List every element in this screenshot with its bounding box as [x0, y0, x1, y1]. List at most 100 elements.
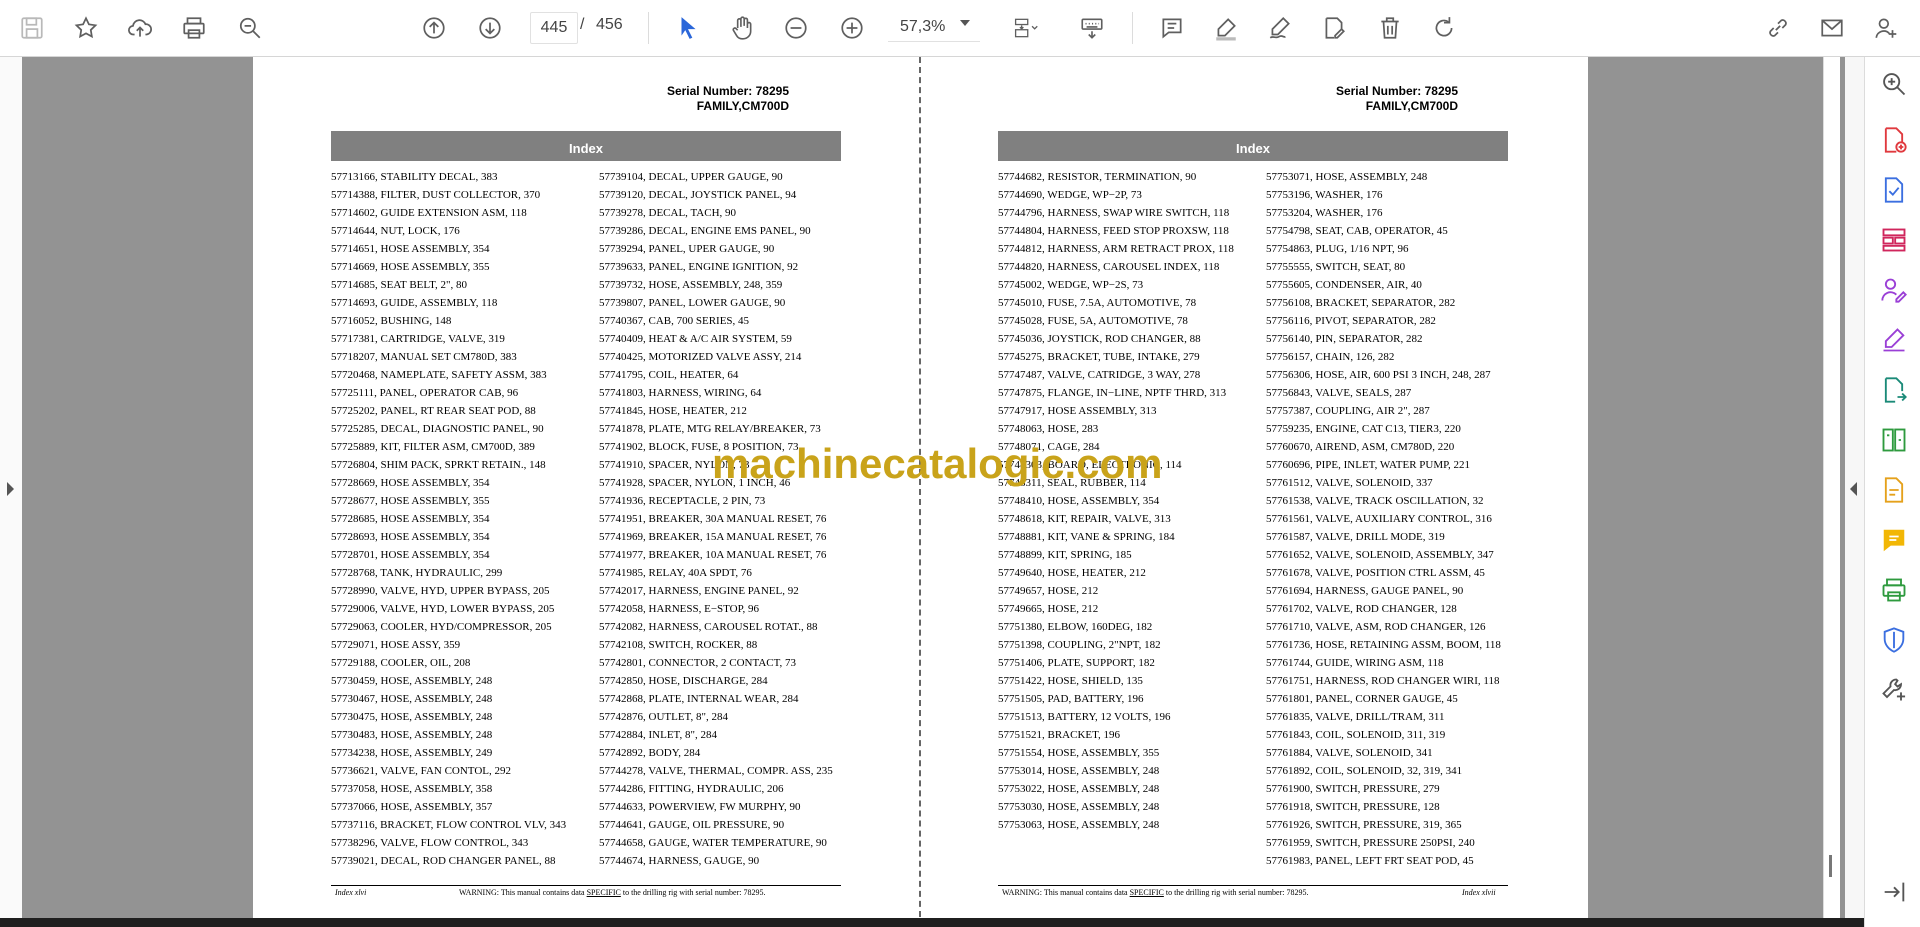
index-entry: 57716052, BUSHING, 148: [331, 315, 452, 327]
comment-tool-icon[interactable]: [1879, 525, 1909, 555]
bottom-edge: [0, 918, 1864, 927]
index-entry: 57741951, BREAKER, 30A MANUAL RESET, 76: [599, 513, 827, 525]
index-entry: 57717381, CARTRIDGE, VALVE, 319: [331, 333, 505, 345]
family-name: FAMILY,CM700D: [696, 99, 789, 113]
index-entry: 57748881, KIT, VANE & SPRING, 184: [998, 531, 1175, 543]
fill-sign-icon[interactable]: [1879, 325, 1909, 355]
index-entry: 57737066, HOSE, ASSEMBLY, 357: [331, 801, 493, 813]
index-entry: 57761959, SWITCH, PRESSURE 250PSI, 240: [1266, 837, 1475, 849]
chevron-down-icon[interactable]: [960, 20, 970, 26]
index-entry: 57753030, HOSE, ASSEMBLY, 248: [998, 801, 1160, 813]
comment-icon[interactable]: [1152, 8, 1192, 48]
family-name: FAMILY,CM700D: [1365, 99, 1458, 113]
index-entry: 57742058, HARNESS, E−STOP, 96: [599, 603, 760, 615]
compare-files-icon[interactable]: [1879, 425, 1909, 455]
chevron-left-icon[interactable]: [1850, 482, 1857, 496]
index-entry: 57738296, VALVE, FLOW CONTROL, 343: [331, 837, 529, 849]
serial-number: Serial Number: 78295: [1335, 84, 1458, 98]
index-entry: 57761983, PANEL, LEFT FRT SEAT POD, 45: [1266, 855, 1474, 867]
index-entry: 57728677, HOSE ASSEMBLY, 355: [331, 495, 490, 507]
index-entry: 57714669, HOSE ASSEMBLY, 355: [331, 261, 490, 273]
index-entry: 57742082, HARNESS, CAROUSEL ROTAT., 88: [599, 621, 818, 633]
index-entry: 57747875, FLANGE, IN−LINE, NPTF THRD, 31…: [998, 387, 1227, 399]
edit-pdf-icon[interactable]: [1879, 475, 1909, 505]
protect-shield-icon[interactable]: [1879, 625, 1909, 655]
zoom-search-icon[interactable]: [1879, 69, 1909, 99]
save-icon[interactable]: [12, 8, 52, 48]
index-entry: 57756306, HOSE, AIR, 600 PSI 3 INCH, 248…: [1266, 369, 1491, 381]
index-entry: 57744812, HARNESS, ARM RETRACT PROX, 118: [998, 243, 1234, 255]
index-entry: 57744641, GAUGE, OIL PRESSURE, 90: [599, 819, 785, 831]
left-panel-toggle[interactable]: [0, 57, 22, 927]
print-icon[interactable]: [174, 8, 214, 48]
index-entry: 57745275, BRACKET, TUBE, INTAKE, 279: [998, 351, 1200, 363]
index-entry: 57751406, PLATE, SUPPORT, 182: [998, 657, 1155, 669]
index-entry: 57718207, MANUAL SET CM780D, 383: [331, 351, 517, 363]
keyboard-scroll-icon[interactable]: [1072, 8, 1112, 48]
index-entry: 57760670, AIREND, ASM, CM780D, 220: [1266, 441, 1455, 453]
bookmark-star-icon[interactable]: [66, 8, 106, 48]
index-entry: 57741977, BREAKER, 10A MANUAL RESET, 76: [599, 549, 827, 561]
index-entry: 57761561, VALVE, AUXILIARY CONTROL, 316: [1266, 513, 1492, 525]
index-entry: 57744633, POWERVIEW, FW MURPHY, 90: [599, 801, 801, 813]
trash-icon[interactable]: [1370, 8, 1410, 48]
upload-cloud-icon[interactable]: [120, 8, 160, 48]
scrollbar-thumb[interactable]: [1829, 855, 1832, 877]
index-entry: 57756843, VALVE, SEALS, 287: [1266, 387, 1412, 399]
account-add-icon[interactable]: [1866, 8, 1906, 48]
index-entry: 57725889, KIT, FILTER ASM, CM700D, 389: [331, 441, 535, 453]
chevron-right-icon[interactable]: [7, 482, 14, 496]
footer-rule: [331, 885, 841, 886]
highlight-pen-icon[interactable]: [1206, 8, 1246, 48]
draw-signature-icon[interactable]: [1260, 8, 1300, 48]
right-panel-toggle[interactable]: [1845, 57, 1864, 927]
index-entry: 57761843, COIL, SOLENOID, 311, 319: [1266, 729, 1446, 741]
print-production-icon[interactable]: [1879, 575, 1909, 605]
footer-warning-text: WARNING: This manual contains data: [459, 888, 587, 897]
zoom-out-search-icon[interactable]: [230, 8, 270, 48]
index-entry: 57714644, NUT, LOCK, 176: [331, 225, 460, 237]
vertical-scrollbar[interactable]: [1823, 57, 1840, 927]
index-entry: 57739286, DECAL, ENGINE EMS PANEL, 90: [599, 225, 811, 237]
footer-warning-text: to the drilling rig with serial number: …: [620, 888, 766, 897]
collapse-panel-icon[interactable]: [1879, 877, 1909, 907]
zoom-in-icon[interactable]: [832, 8, 872, 48]
hand-tool-icon[interactable]: [722, 8, 762, 48]
previous-page-icon[interactable]: [414, 8, 454, 48]
index-entry: 57756157, CHAIN, 126, 282: [1266, 351, 1395, 363]
index-entry: 57734238, HOSE, ASSEMBLY, 249: [331, 747, 493, 759]
share-link-icon[interactable]: [1758, 8, 1798, 48]
send-for-review-icon[interactable]: [1879, 375, 1909, 405]
index-entry: 57729071, HOSE ASSY, 359: [331, 639, 461, 651]
page-fit-icon[interactable]: [1000, 8, 1052, 48]
select-cursor-icon[interactable]: [668, 8, 708, 48]
index-entry: 57760696, PIPE, INLET, WATER PUMP, 221: [1266, 459, 1471, 471]
page-number-input[interactable]: 445: [530, 12, 578, 44]
footer-rule: [998, 885, 1508, 886]
index-entry: 57737116, BRACKET, FLOW CONTROL VLV, 343: [331, 819, 567, 831]
organize-pages-icon[interactable]: [1879, 225, 1909, 255]
more-tools-icon[interactable]: [1879, 675, 1909, 705]
index-entry: 57741795, COIL, HEATER, 64: [599, 369, 739, 381]
zoom-out-icon[interactable]: [776, 8, 816, 48]
create-pdf-icon[interactable]: [1879, 125, 1909, 155]
index-entry: 57739021, DECAL, ROD CHANGER PANEL, 88: [331, 855, 556, 867]
index-entry: 57745002, WEDGE, WP−2S, 73: [998, 279, 1144, 291]
index-title-bar: Index: [331, 131, 841, 161]
export-pdf-icon[interactable]: [1879, 175, 1909, 205]
index-entry: 57744796, HARNESS, SWAP WIRE SWITCH, 118: [998, 207, 1230, 219]
index-entry: 57725285, DECAL, DIAGNOSTIC PANEL, 90: [331, 423, 544, 435]
index-entry: 57751398, COUPLING, 2"NPT, 182: [998, 639, 1161, 651]
zoom-level-select[interactable]: 57,3%: [888, 12, 980, 42]
redo-icon[interactable]: [1424, 8, 1464, 48]
footer-warning-text: to the drilling rig with serial number: …: [1163, 888, 1309, 897]
serial-header: Serial Number: 78295 FAMILY,CM700D: [1222, 84, 1458, 114]
index-entry: 57744286, FITTING, HYDRAULIC, 206: [599, 783, 784, 795]
footer-warning-text: WARNING: This manual contains data: [1002, 888, 1130, 897]
email-icon[interactable]: [1812, 8, 1852, 48]
next-page-icon[interactable]: [470, 8, 510, 48]
index-entry: 57741878, PLATE, MTG RELAY/BREAKER, 73: [599, 423, 821, 435]
request-signature-icon[interactable]: [1879, 275, 1909, 305]
edit-document-icon[interactable]: [1314, 8, 1354, 48]
index-entry: 57728768, TANK, HYDRAULIC, 299: [331, 567, 503, 579]
